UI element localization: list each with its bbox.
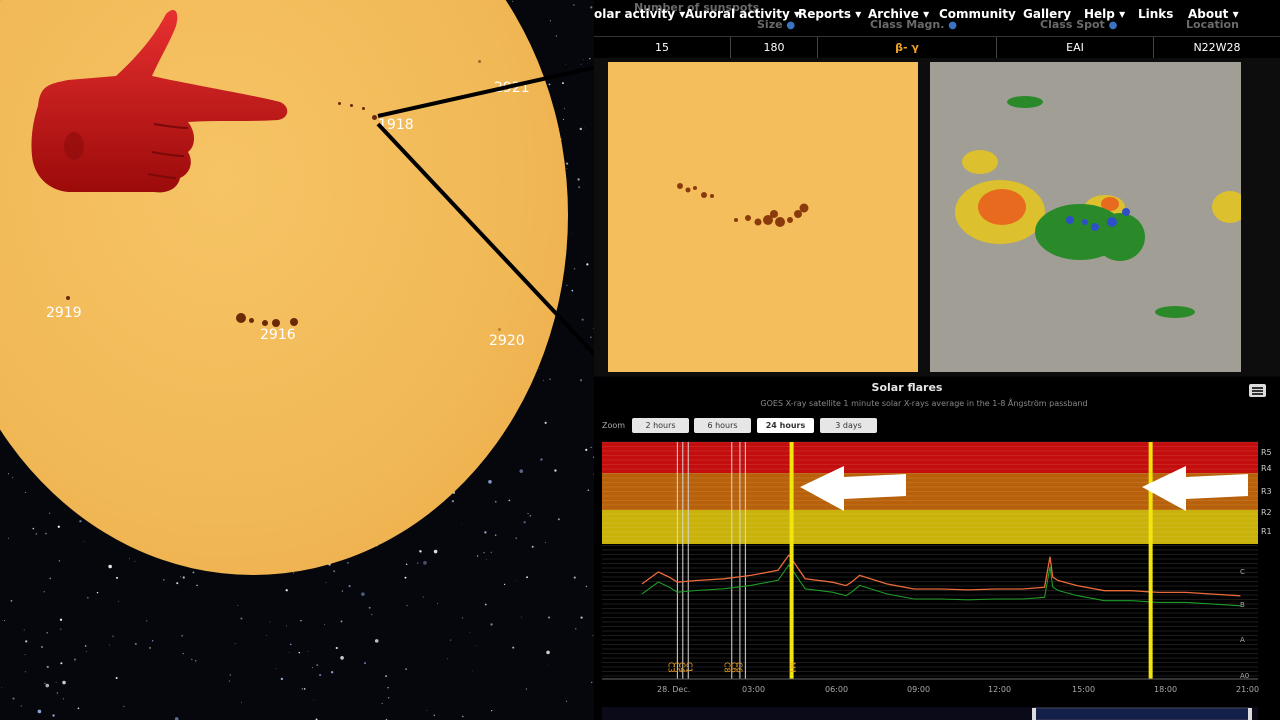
xray-trace-long	[788, 554, 1241, 597]
xray-trace-long	[641, 554, 790, 585]
chart-subtitle: GOES X-ray satellite 1 minute solar X-ra…	[760, 399, 1088, 408]
sunspot-data-row: 15 180 β- γ EAI N22W28	[594, 36, 1280, 60]
x-tick-label: 09:00	[907, 685, 930, 694]
nav-solar-activity[interactable]: olar activity ▾	[594, 7, 685, 21]
x-tick-label: 15:00	[1072, 685, 1095, 694]
sdo-visible-image	[608, 62, 918, 372]
zoom-24-hours-button[interactable]: 24 hours	[757, 418, 814, 433]
nav-community[interactable]: Community	[939, 7, 1016, 21]
flare-label: M1	[788, 662, 797, 674]
flare-label: C6	[735, 662, 744, 673]
cell-class-magn: β- γ	[818, 37, 997, 59]
band-label: R1	[1261, 527, 1272, 536]
band-label: R5	[1261, 448, 1272, 457]
chart-title: Solar flares	[871, 381, 943, 394]
class-label: C	[1240, 568, 1245, 576]
x-tick-label: 03:00	[742, 685, 765, 694]
band-label: R2	[1261, 508, 1272, 517]
sdo-magnetogram-image	[930, 62, 1241, 372]
band-label: R3	[1261, 487, 1272, 496]
x-tick-label: 06:00	[825, 685, 848, 694]
navigator-window	[1033, 707, 1250, 720]
class-label: A	[1240, 636, 1245, 644]
class-label: B	[1240, 601, 1245, 609]
nav-about[interactable]: About ▾	[1188, 7, 1239, 21]
zoom-3-days-button[interactable]: 3 days	[820, 418, 877, 433]
cell-sunspots: 15	[594, 37, 731, 59]
nav-links[interactable]: Links	[1138, 7, 1173, 21]
top-navigation: Number of sunspots Size ● Class Magn. ● …	[594, 0, 1280, 36]
navigator-handle	[1032, 708, 1036, 720]
nav-reports[interactable]: Reports ▾	[798, 7, 861, 21]
nav-help[interactable]: Help ▾	[1084, 7, 1125, 21]
xray-flux-chart: R5R4R3R2R1CBAA0C3C5C4C1 C8C6C6 M128. Dec. 0…	[602, 441, 1272, 720]
navigator-handle	[1248, 708, 1252, 720]
x-tick-label: 21:00	[1236, 685, 1259, 694]
nav-auroral-activity[interactable]: Auroral activity ▾	[685, 7, 800, 21]
flare-label: C1	[684, 662, 693, 673]
flare-band	[602, 510, 1258, 544]
cell-class-spot: EAI	[997, 37, 1154, 59]
x-tick-label: 28. Dec.	[657, 685, 690, 694]
x-tick-label: 18:00	[1154, 685, 1177, 694]
zoom-6-hours-button[interactable]: 6 hours	[694, 418, 751, 433]
chart-menu-icon[interactable]	[1249, 384, 1266, 397]
zoom-2-hours-button[interactable]: 2 hours	[632, 418, 689, 433]
x-tick-label: 12:00	[988, 685, 1011, 694]
band-label: R4	[1261, 464, 1272, 473]
cell-location: N22W28	[1193, 41, 1241, 54]
cell-size: 180	[731, 37, 818, 59]
zoom-label: Zoom	[602, 421, 626, 430]
nav-archive[interactable]: Archive ▾	[868, 7, 929, 21]
nav-gallery[interactable]: Gallery	[1023, 7, 1071, 21]
